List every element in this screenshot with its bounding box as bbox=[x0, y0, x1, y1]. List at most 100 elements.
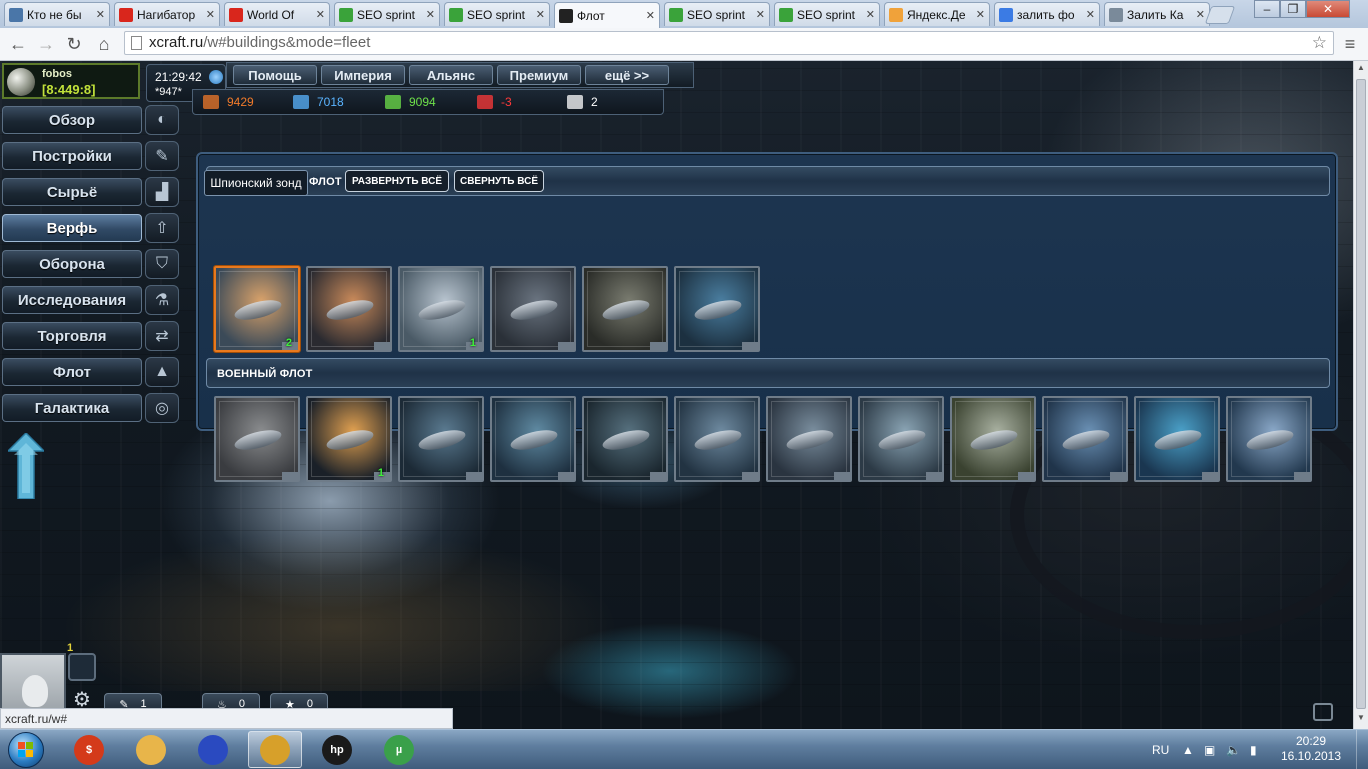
scrollbar-thumb[interactable] bbox=[1356, 79, 1366, 709]
fleet-rocket-icon[interactable]: ▲ bbox=[145, 357, 179, 387]
taskbar-app[interactable] bbox=[124, 731, 178, 768]
taskbar-app[interactable]: $ bbox=[62, 731, 116, 768]
shield-icon[interactable]: ⛉ bbox=[145, 249, 179, 279]
wrench-icon[interactable]: ✎ bbox=[145, 141, 179, 171]
system-clock[interactable]: 20:29 16.10.2013 bbox=[1270, 734, 1352, 764]
scroll-down-icon[interactable]: ▼ bbox=[1356, 713, 1366, 725]
taskbar-app[interactable] bbox=[186, 731, 240, 768]
nav-alliance-button[interactable]: Альянс bbox=[409, 65, 493, 85]
menu-item-label[interactable]: Галактика bbox=[2, 394, 142, 422]
network-signal-icon[interactable]: ▮ bbox=[1250, 730, 1257, 769]
ship-card[interactable]: 1 bbox=[306, 396, 392, 482]
resource-item[interactable]: 7018 bbox=[293, 95, 344, 109]
menu-item[interactable]: Исследования ⚗ bbox=[2, 285, 180, 316]
menu-item-label[interactable]: Сырьё bbox=[2, 178, 142, 206]
factory-icon[interactable]: ▟ bbox=[145, 177, 179, 207]
nav-help-button[interactable]: Помощь bbox=[233, 65, 317, 85]
menu-item[interactable]: Флот ▲ bbox=[2, 357, 180, 388]
ship-card[interactable]: 2 bbox=[214, 266, 300, 352]
menu-item[interactable]: Галактика ◎ bbox=[2, 393, 180, 424]
ship-card[interactable] bbox=[582, 396, 668, 482]
scroll-up-icon[interactable]: ▲ bbox=[1356, 63, 1366, 75]
ship-card[interactable] bbox=[582, 266, 668, 352]
minimize-button[interactable]: – bbox=[1254, 0, 1280, 18]
nav-more-button[interactable]: ещё >> bbox=[585, 65, 669, 85]
new-tab-button[interactable] bbox=[1204, 6, 1236, 24]
close-tab-icon[interactable]: ✕ bbox=[756, 8, 765, 21]
close-tab-icon[interactable]: ✕ bbox=[866, 8, 875, 21]
browser-tab[interactable]: SEO sprint ✕ bbox=[774, 2, 880, 26]
browser-tab[interactable]: Залить Ка ✕ bbox=[1104, 2, 1210, 26]
clock-icon[interactable] bbox=[209, 70, 223, 84]
menu-item-label[interactable]: Флот bbox=[2, 358, 142, 386]
ship-card[interactable] bbox=[766, 396, 852, 482]
menu-item[interactable]: Постройки ✎ bbox=[2, 141, 180, 172]
address-bar[interactable]: xcraft.ru/w#buildings&mode=fleet ☆ bbox=[124, 31, 1334, 55]
start-button[interactable] bbox=[4, 730, 48, 769]
menu-item-label[interactable]: Торговля bbox=[2, 322, 142, 350]
close-tab-icon[interactable]: ✕ bbox=[426, 8, 435, 21]
ship-card[interactable] bbox=[214, 396, 300, 482]
civil-fleet-header[interactable]: ФЛОТ РАЗВЕРНУТЬ ВСЁ СВЕРНУТЬ ВСЁ bbox=[206, 166, 1330, 196]
player-info[interactable]: fobos [8:449:8] bbox=[2, 63, 140, 99]
chrome-menu-icon[interactable]: ≡ bbox=[1340, 34, 1360, 54]
browser-tab[interactable]: Флот ✕ bbox=[554, 2, 660, 28]
ship-card[interactable] bbox=[490, 396, 576, 482]
mini-ship-icon[interactable] bbox=[68, 653, 96, 681]
close-tab-icon[interactable]: ✕ bbox=[536, 8, 545, 21]
menu-item-label[interactable]: Обзор bbox=[2, 106, 142, 134]
ship-card[interactable] bbox=[306, 266, 392, 352]
planet-coordinates[interactable]: [8:449:8] bbox=[42, 82, 95, 97]
taskbar-app[interactable] bbox=[248, 731, 302, 768]
close-tab-icon[interactable]: ✕ bbox=[206, 8, 215, 21]
browser-tab[interactable]: SEO sprint ✕ bbox=[664, 2, 770, 26]
ship-card[interactable] bbox=[674, 396, 760, 482]
close-tab-icon[interactable]: ✕ bbox=[1196, 8, 1205, 21]
galaxy-icon[interactable]: ◎ bbox=[145, 393, 179, 423]
menu-item-label[interactable]: Исследования bbox=[2, 286, 142, 314]
browser-tab[interactable]: Яндекс.Де ✕ bbox=[884, 2, 990, 26]
scroll-up-arrow-icon[interactable] bbox=[8, 433, 44, 499]
resource-item[interactable]: 9429 bbox=[203, 95, 254, 109]
back-arrow-icon[interactable]: ← bbox=[6, 32, 30, 56]
military-fleet-header[interactable]: ВОЕННЫЙ ФЛОТ bbox=[206, 358, 1330, 388]
close-tab-icon[interactable]: ✕ bbox=[646, 9, 655, 22]
forward-arrow-icon[interactable]: → bbox=[34, 32, 58, 56]
ship-card[interactable] bbox=[858, 396, 944, 482]
close-tab-icon[interactable]: ✕ bbox=[96, 8, 105, 21]
close-tab-icon[interactable]: ✕ bbox=[316, 8, 325, 21]
ship-card[interactable] bbox=[490, 266, 576, 352]
ship-card[interactable]: 1 bbox=[398, 266, 484, 352]
ship-card[interactable] bbox=[1042, 396, 1128, 482]
home-icon[interactable]: ⌂ bbox=[92, 32, 116, 56]
close-tab-icon[interactable]: ✕ bbox=[1086, 8, 1095, 21]
language-indicator[interactable]: RU bbox=[1152, 730, 1169, 769]
menu-item-label[interactable]: Верфь bbox=[2, 214, 142, 242]
close-window-button[interactable]: ✕ bbox=[1306, 0, 1350, 18]
menu-item[interactable]: Сырьё ▟ bbox=[2, 177, 180, 208]
nav-premium-button[interactable]: Премиум bbox=[497, 65, 581, 85]
menu-item-label[interactable]: Оборона bbox=[2, 250, 142, 278]
reload-icon[interactable]: ↻ bbox=[62, 32, 86, 56]
resource-item[interactable]: -3 bbox=[477, 95, 512, 109]
browser-tab[interactable]: SEO sprint ✕ bbox=[444, 2, 550, 26]
ship-card[interactable] bbox=[398, 396, 484, 482]
tray-expand-icon[interactable]: ▲ bbox=[1182, 730, 1194, 769]
ship-card[interactable] bbox=[950, 396, 1036, 482]
menu-item[interactable]: Оборона ⛉ bbox=[2, 249, 180, 280]
nav-empire-button[interactable]: Империя bbox=[321, 65, 405, 85]
menu-item[interactable]: Верфь ⇧ bbox=[2, 213, 180, 244]
ship-card[interactable] bbox=[1226, 396, 1312, 482]
network-device-icon[interactable]: ▣ bbox=[1204, 730, 1215, 769]
planet-icon[interactable]: ◐ bbox=[145, 105, 179, 135]
browser-tab[interactable]: SEO sprint ✕ bbox=[334, 2, 440, 26]
maximize-button[interactable]: ❐ bbox=[1280, 0, 1306, 18]
browser-tab[interactable]: Кто не бы ✕ bbox=[4, 2, 110, 26]
research-icon[interactable]: ⚗ bbox=[145, 285, 179, 315]
menu-item[interactable]: Торговля ⇄ bbox=[2, 321, 180, 352]
rocket-icon[interactable]: ⇧ bbox=[145, 213, 179, 243]
page-scrollbar[interactable]: ▲ ▼ bbox=[1353, 61, 1368, 729]
resource-item[interactable]: 2 bbox=[567, 95, 598, 109]
collapse-all-button[interactable]: СВЕРНУТЬ ВСЁ bbox=[454, 170, 544, 192]
bookmark-star-icon[interactable]: ☆ bbox=[1312, 33, 1327, 53]
